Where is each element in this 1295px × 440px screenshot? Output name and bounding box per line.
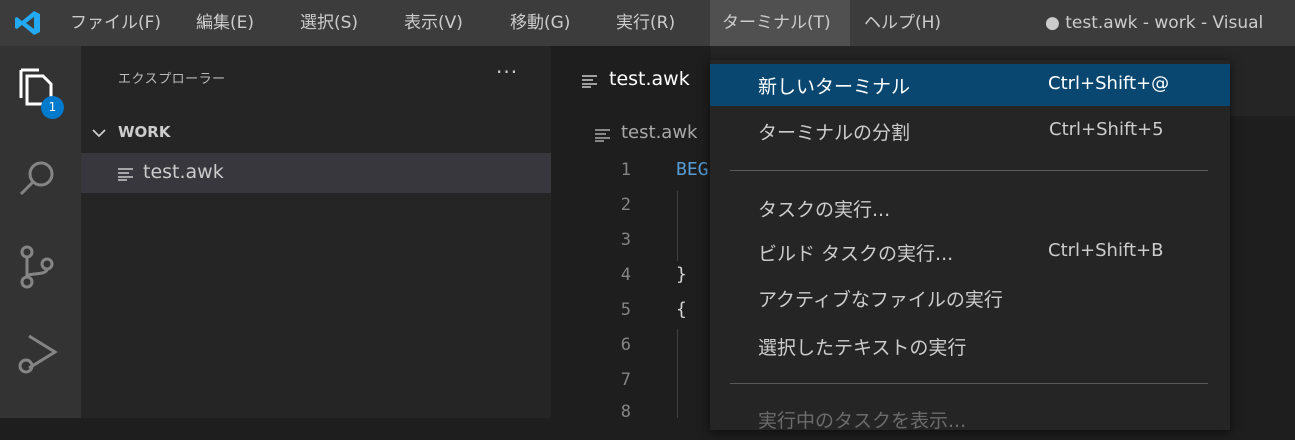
- line-number: 7: [620, 370, 631, 390]
- indent-guide: [677, 191, 678, 261]
- line-number: 8: [620, 402, 631, 422]
- file-lines-icon: [582, 75, 597, 88]
- source-control-icon[interactable]: [13, 242, 63, 292]
- menu-item-run-task[interactable]: タスクの実行...: [710, 187, 1230, 229]
- menu-item-shortcut: Ctrl+Shift+5: [1049, 119, 1164, 140]
- indent-guide: [677, 329, 678, 418]
- menu-help[interactable]: ヘルプ(H): [856, 0, 949, 46]
- menu-item-run-selected-text[interactable]: 選択したテキストの実行: [710, 325, 1230, 367]
- folder-row[interactable]: WORK: [81, 117, 551, 149]
- code-line[interactable]: {: [676, 299, 687, 320]
- line-number: 2: [620, 195, 631, 215]
- vscode-logo-icon: [15, 11, 40, 35]
- explorer-title: エクスプローラー: [118, 72, 226, 87]
- menu-item-label: ターミナルの分割: [758, 122, 911, 144]
- file-row[interactable]: test.awk: [81, 153, 551, 193]
- menu-item-run-active-file[interactable]: アクティブなファイルの実行: [710, 277, 1230, 319]
- menu-item-split-terminal[interactable]: ターミナルの分割 Ctrl+Shift+5: [710, 110, 1230, 152]
- line-number: 3: [620, 230, 631, 250]
- tab-label: test.awk: [609, 68, 690, 90]
- breadcrumb-label: test.awk: [621, 122, 698, 143]
- search-icon[interactable]: [13, 154, 63, 204]
- folder-label: WORK: [118, 123, 171, 141]
- menu-item-label: 選択したテキストの実行: [758, 337, 967, 359]
- window-title: ● test.awk - work - Visual: [1045, 13, 1264, 33]
- line-number: 4: [620, 265, 631, 285]
- editor-tab[interactable]: test.awk: [551, 46, 711, 116]
- menu-selection[interactable]: 選択(S): [292, 0, 366, 46]
- menu-terminal[interactable]: ターミナル(T): [710, 0, 850, 46]
- file-lines-icon: [595, 129, 610, 142]
- menu-edit[interactable]: 編集(E): [188, 0, 262, 46]
- line-number: 6: [620, 335, 631, 355]
- line-number: 5: [620, 300, 631, 320]
- title-bar: ファイル(F) 編集(E) 選択(S) 表示(V) 移動(G) 実行(R) ター…: [0, 0, 1295, 46]
- menu-file[interactable]: ファイル(F): [62, 0, 169, 46]
- menu-run[interactable]: 実行(R): [608, 0, 683, 46]
- code-line[interactable]: BEG: [676, 159, 709, 180]
- menu-item-new-terminal[interactable]: 新しいターミナル Ctrl+Shift+@: [710, 64, 1230, 106]
- menu-item-label: ビルド タスクの実行...: [758, 243, 954, 265]
- menu-go[interactable]: 移動(G): [502, 0, 578, 46]
- menu-separator: [730, 170, 1208, 171]
- menu-separator: [730, 383, 1208, 384]
- run-debug-icon[interactable]: [13, 328, 63, 378]
- code-line[interactable]: }: [676, 264, 687, 285]
- menu-item-label: 新しいターミナル: [758, 76, 911, 98]
- menu-item-shortcut: Ctrl+Shift+@: [1048, 73, 1170, 94]
- file-lines-icon: [118, 168, 133, 181]
- menu-item-shortcut: Ctrl+Shift+B: [1048, 240, 1164, 261]
- menu-view[interactable]: 表示(V): [396, 0, 471, 46]
- menu-item-label: アクティブなファイルの実行: [758, 289, 1003, 311]
- menu-item-label: タスクの実行...: [758, 199, 891, 221]
- explorer-badge: 1: [41, 96, 64, 119]
- explorer-sidebar: エクスプローラー ··· WORK test.awk: [81, 46, 551, 418]
- file-label: test.awk: [143, 161, 224, 183]
- line-number: 1: [620, 160, 631, 180]
- terminal-menu-dropdown: 新しいターミナル Ctrl+Shift+@ ターミナルの分割 Ctrl+Shif…: [710, 60, 1230, 432]
- menu-item-show-running-tasks[interactable]: 実行中のタスクを表示...: [710, 398, 1230, 440]
- menu-item-run-build-task[interactable]: ビルド タスクの実行... Ctrl+Shift+B: [710, 231, 1230, 273]
- more-actions-icon[interactable]: ···: [496, 60, 518, 84]
- chevron-down-icon: [92, 129, 106, 138]
- activity-bar: 1: [0, 46, 81, 418]
- menu-item-label: 実行中のタスクを表示...: [758, 410, 967, 432]
